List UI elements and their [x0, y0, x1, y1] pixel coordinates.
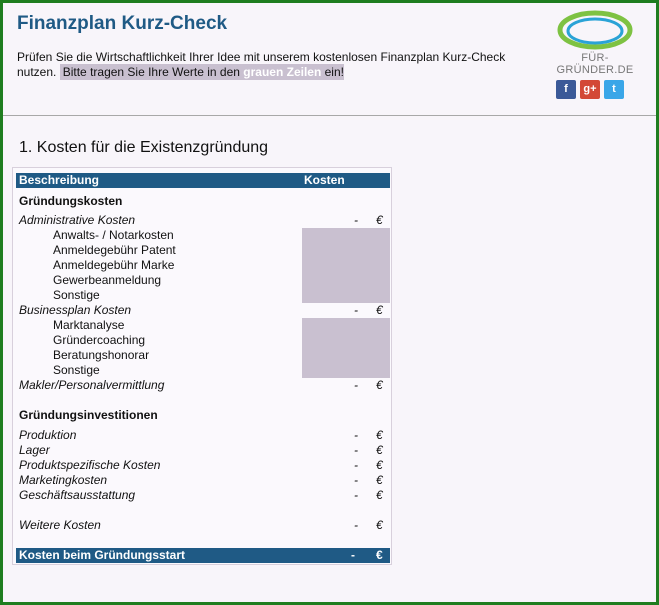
row-label: Administrative Kosten	[19, 213, 136, 227]
column-header-description: Beschreibung	[19, 173, 100, 187]
table-row: Marketingkosten - €	[13, 473, 393, 488]
row-label: Marketingkosten	[19, 473, 108, 487]
row-label: Weitere Kosten	[19, 518, 101, 532]
row-value: -	[354, 428, 358, 442]
cost-table: Beschreibung Kosten Gründungskosten Admi…	[12, 167, 392, 565]
input-row-label: Gründercoaching	[53, 333, 146, 347]
total-row: Kosten beim Gründungsstart - €	[16, 548, 390, 563]
row-label: Makler/Personalvermittlung	[19, 378, 165, 392]
intro-text: Prüfen Sie die Wirtschaftlichkeit Ihrer …	[17, 50, 527, 80]
instruction-post: ein!	[321, 65, 344, 79]
row-value: -	[354, 473, 358, 487]
row-label: Produktion	[19, 428, 77, 442]
input-row: Sonstige	[13, 363, 393, 378]
table-row: Businessplan Kosten - €	[13, 303, 393, 318]
row-currency: €	[376, 378, 383, 392]
section-title: 1. Kosten für die Existenzgründung	[19, 139, 269, 156]
input-row-label: Anwalts- / Notarkosten	[53, 228, 174, 242]
input-row: Anmeldegebühr Patent	[13, 243, 393, 258]
page-header: Finanzplan Kurz-Check Prüfen Sie die Wir…	[3, 3, 656, 116]
row-currency: €	[376, 488, 383, 502]
social-links: f g+ t	[556, 79, 628, 99]
instruction-gray-rows: grauen Zeilen	[243, 65, 322, 79]
facebook-icon[interactable]: f	[556, 80, 576, 99]
input-row-label: Anmeldegebühr Marke	[53, 258, 175, 272]
row-label: Lager	[19, 443, 50, 457]
input-row-label: Sonstige	[53, 363, 100, 377]
logo-text: FÜR-GRÜNDER.DE	[556, 52, 634, 76]
group-title-row: Gründungskosten	[13, 194, 393, 209]
input-row: Anwalts- / Notarkosten	[13, 228, 393, 243]
input-row-label: Anmeldegebühr Patent	[53, 243, 176, 257]
input-row: Anmeldegebühr Marke	[13, 258, 393, 273]
table-row: Administrative Kosten - €	[13, 213, 393, 228]
row-currency: €	[376, 518, 383, 532]
row-label: Businessplan Kosten	[19, 303, 132, 317]
page-title: Finanzplan Kurz-Check	[17, 13, 228, 34]
row-value: -	[354, 213, 358, 227]
row-currency: €	[376, 213, 383, 227]
googleplus-icon[interactable]: g+	[580, 80, 600, 99]
row-value: -	[354, 458, 358, 472]
group-title: Gründungskosten	[19, 194, 123, 208]
input-row-label: Beratungshonorar	[53, 348, 150, 362]
table-row: Lager - €	[13, 443, 393, 458]
row-currency: €	[376, 303, 383, 317]
row-value: -	[354, 443, 358, 457]
input-row: Gründercoaching	[13, 333, 393, 348]
row-currency: €	[376, 458, 383, 472]
group-title-row: Gründungsinvestitionen	[13, 408, 393, 423]
input-row: Gewerbeanmeldung	[13, 273, 393, 288]
table-header: Beschreibung Kosten	[16, 173, 390, 188]
total-currency: €	[376, 548, 383, 562]
row-value: -	[354, 378, 358, 392]
input-row-label: Gewerbeanmeldung	[53, 273, 162, 287]
row-currency: €	[376, 428, 383, 442]
brand-logo[interactable]: FÜR-GRÜNDER.DE	[543, 9, 647, 76]
input-row-label: Sonstige	[53, 288, 100, 302]
total-label: Kosten beim Gründungsstart	[19, 548, 186, 562]
instruction-highlight: Bitte tragen Sie Ihre Werte in den graue…	[59, 64, 344, 80]
row-label: Geschäftsausstattung	[19, 488, 136, 502]
instruction-pre: Bitte tragen Sie Ihre Werte in den	[62, 65, 244, 79]
logo-rings-icon	[557, 10, 633, 50]
row-label: Produktspezifische Kosten	[19, 458, 161, 472]
group-title: Gründungsinvestitionen	[19, 408, 158, 422]
input-row-label: Marktanalyse	[53, 318, 125, 332]
row-value: -	[354, 518, 358, 532]
table-row: Weitere Kosten - €	[13, 518, 393, 533]
row-value: -	[354, 488, 358, 502]
table-row: Produktspezifische Kosten - €	[13, 458, 393, 473]
table-row: Makler/Personalvermittlung - €	[13, 378, 393, 393]
row-currency: €	[376, 473, 383, 487]
row-value: -	[354, 303, 358, 317]
column-header-cost: Kosten	[304, 173, 345, 187]
input-row: Marktanalyse	[13, 318, 393, 333]
input-row: Sonstige	[13, 288, 393, 303]
input-row: Beratungshonorar	[13, 348, 393, 363]
total-value: -	[351, 548, 355, 562]
table-row: Geschäftsausstattung - €	[13, 488, 393, 503]
twitter-icon[interactable]: t	[604, 80, 624, 99]
table-row: Produktion - €	[13, 428, 393, 443]
row-currency: €	[376, 443, 383, 457]
